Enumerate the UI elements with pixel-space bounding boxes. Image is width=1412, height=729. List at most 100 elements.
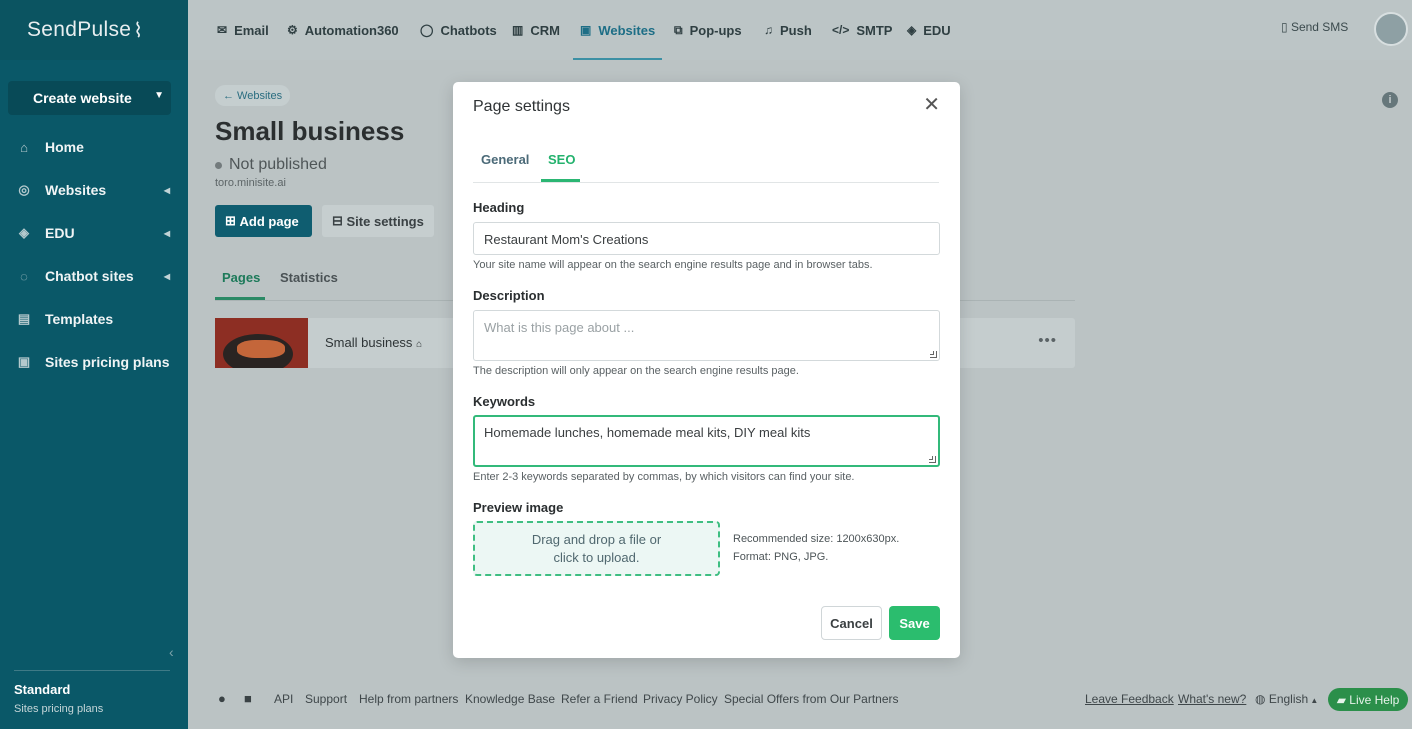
keywords-label: Keywords — [473, 394, 536, 409]
graduation-cap-icon: ◈ — [19, 225, 29, 240]
language-selector[interactable]: ◍ English ▲ — [1255, 692, 1318, 706]
resize-handle-icon[interactable] — [930, 351, 937, 358]
topnav-email[interactable]: ✉ Email — [217, 0, 269, 60]
page-thumbnail[interactable] — [215, 318, 308, 368]
plan-sub-link[interactable]: Sites pricing plans — [14, 703, 103, 715]
status-badge: Not published — [215, 156, 327, 174]
footer-link-privacy[interactable]: Privacy Policy — [643, 692, 718, 706]
keywords-value: Homemade lunches, homemade meal kits, DI… — [484, 425, 811, 440]
more-options-icon[interactable]: ••• — [1038, 332, 1057, 349]
topnav-label: Chatbots — [440, 22, 497, 38]
chat-bubble-icon: ▰ — [1336, 692, 1350, 707]
topnav-label: SMTP — [856, 22, 893, 38]
avatar[interactable] — [1374, 12, 1408, 46]
home-icon: ⌂ — [416, 339, 423, 350]
topnav-smtp[interactable]: </> SMTP — [832, 0, 892, 60]
plan-name[interactable]: Standard — [14, 682, 70, 697]
chevron-left-icon: ◀ — [163, 185, 170, 195]
site-settings-button[interactable]: ⊟ Site settings — [322, 205, 434, 237]
create-website-button[interactable]: Create website ▼ — [8, 81, 171, 115]
save-button[interactable]: Save — [889, 606, 940, 640]
topnav-edu[interactable]: ◈ EDU — [907, 0, 951, 60]
crm-icon: ▥ — [512, 23, 524, 37]
description-hint: The description will only appear on the … — [473, 365, 799, 377]
sidebar-item-chatbot-sites[interactable]: ◌ Chatbot sites ◀ — [0, 261, 188, 291]
live-help-label: Live Help — [1349, 692, 1400, 707]
description-label: Description — [473, 288, 545, 303]
leave-feedback-link[interactable]: Leave Feedback — [1085, 692, 1174, 706]
image-dropzone[interactable]: Drag and drop a file or click to upload. — [473, 521, 720, 576]
recommended-size: Recommended size: 1200x630px. — [733, 533, 900, 545]
topnav-popups[interactable]: ⧉ Pop-ups — [674, 0, 742, 60]
topnav-label: Email — [234, 22, 269, 38]
logo[interactable]: SendPulse ⌇ — [0, 0, 188, 60]
page-name-label: Small business — [325, 335, 413, 350]
dropzone-line-2: click to upload. — [553, 549, 640, 565]
topnav-chatbots[interactable]: ◯ Chatbots — [420, 0, 497, 60]
plus-icon: ⊞ — [225, 213, 240, 228]
footer-link-knowledge-base[interactable]: Knowledge Base — [465, 692, 555, 706]
chevron-left-icon: ◀ — [163, 271, 170, 281]
sidebar-item-websites[interactable]: ◎ Websites ◀ — [0, 175, 188, 205]
image-format: Format: PNG, JPG. — [733, 551, 829, 563]
brand-name: SendPulse — [27, 18, 132, 41]
whats-new-link[interactable]: What's new? — [1178, 692, 1246, 706]
chevron-down-icon[interactable]: ▼ — [154, 90, 164, 101]
thumbnail-food — [237, 340, 285, 358]
tab-statistics[interactable]: Statistics — [280, 270, 338, 285]
popups-icon: ⧉ — [674, 22, 683, 37]
globe-icon: ◍ — [1255, 692, 1269, 706]
websites-icon: ▣ — [580, 23, 592, 37]
topnav-automation360[interactable]: ⚙ Automation360 — [287, 0, 399, 60]
status-text: Not published — [229, 156, 327, 173]
add-page-label: Add page — [239, 213, 299, 229]
chevron-up-icon: ▲ — [1308, 696, 1319, 705]
footer-link-support[interactable]: Support — [305, 692, 347, 706]
create-website-label: Create website — [33, 90, 132, 106]
page-name[interactable]: Small business ⌂ — [325, 335, 422, 350]
heading-label: Heading — [473, 200, 525, 215]
send-sms-link[interactable]: ▯ Send SMS — [1281, 20, 1348, 34]
android-icon[interactable]: ■ — [244, 691, 252, 706]
footer-link-refer[interactable]: Refer a Friend — [561, 692, 638, 706]
sidebar-item-pricing-plans[interactable]: ▣ Sites pricing plans — [0, 347, 188, 377]
resize-handle-icon[interactable] — [929, 456, 936, 463]
sidebar-item-edu[interactable]: ◈ EDU ◀ — [0, 218, 188, 248]
heading-input[interactable]: Restaurant Mom's Creations — [473, 222, 940, 255]
dropzone-text: Drag and drop a file or click to upload. — [532, 531, 661, 567]
language-label: English — [1268, 692, 1309, 706]
divider — [14, 670, 170, 671]
send-sms-label: Send SMS — [1290, 20, 1349, 34]
sidebar-item-templates[interactable]: ▤ Templates — [0, 304, 188, 334]
description-textarea[interactable]: What is this page about ... — [473, 310, 940, 361]
keywords-textarea[interactable]: Homemade lunches, homemade meal kits, DI… — [473, 415, 940, 467]
bell-icon: ♫ — [764, 23, 773, 37]
topnav-push[interactable]: ♫ Push — [764, 0, 812, 60]
site-settings-label: Site settings — [346, 213, 424, 229]
sidebar-item-label: Websites — [45, 182, 107, 198]
info-icon[interactable]: i — [1382, 92, 1398, 108]
close-icon[interactable]: ✕ — [923, 94, 940, 116]
breadcrumb[interactable]: ← Websites — [215, 85, 291, 106]
phone-icon: ▯ — [1281, 20, 1291, 34]
settings-icon: ⊟ — [332, 213, 347, 228]
apple-icon[interactable]: ● — [218, 691, 226, 706]
description-placeholder: What is this page about ... — [484, 320, 635, 335]
collapse-sidebar-icon[interactable]: ‹ — [169, 644, 174, 660]
tab-general[interactable]: General — [481, 152, 529, 167]
topnav-crm[interactable]: ▥ CRM — [512, 0, 560, 60]
sidebar-item-label: Templates — [45, 311, 114, 327]
footer-link-partners[interactable]: Help from partners — [359, 692, 458, 706]
site-domain[interactable]: toro.minisite.ai — [215, 177, 286, 189]
sidebar-item-label: Chatbot sites — [45, 268, 134, 284]
footer-link-offers[interactable]: Special Offers from Our Partners — [724, 692, 899, 706]
topnav-label: Push — [780, 22, 812, 38]
tab-seo[interactable]: SEO — [548, 152, 575, 167]
sidebar-item-home[interactable]: ⌂ Home — [0, 132, 188, 162]
add-page-button[interactable]: ⊞ Add page — [215, 205, 312, 237]
tab-pages[interactable]: Pages — [222, 270, 260, 285]
live-help-button[interactable]: ▰ Live Help — [1328, 688, 1408, 711]
topnav-websites[interactable]: ▣ Websites — [572, 0, 663, 60]
footer-link-api[interactable]: API — [274, 692, 293, 706]
cancel-button[interactable]: Cancel — [821, 606, 882, 640]
